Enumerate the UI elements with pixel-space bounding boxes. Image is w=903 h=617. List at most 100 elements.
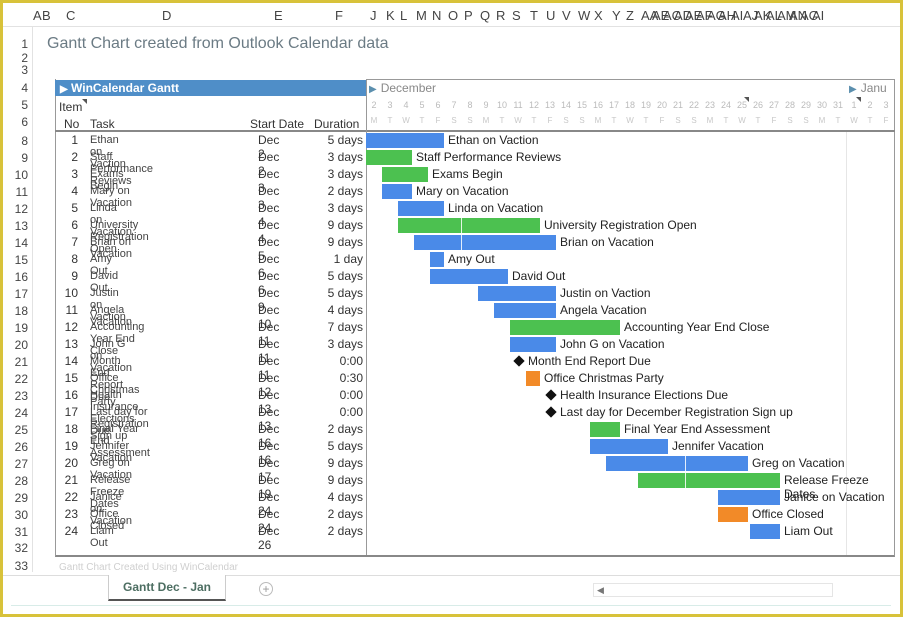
column-header[interactable]: T (530, 8, 538, 23)
row-header[interactable]: 6 (21, 115, 28, 129)
scroll-left-icon[interactable]: ◀ (597, 585, 604, 596)
row-header[interactable]: 28 (15, 474, 28, 488)
row-header[interactable]: 27 (15, 457, 28, 471)
column-header[interactable]: C (66, 8, 75, 23)
row-header[interactable]: 5 (21, 98, 28, 112)
row-header[interactable]: 30 (15, 508, 28, 522)
column-header[interactable]: P (464, 8, 473, 23)
column-header[interactable]: W (578, 8, 590, 23)
gantt-header-bar[interactable]: ▶ WinCalendar Gantt (55, 80, 366, 96)
row-header[interactable]: 31 (15, 525, 28, 539)
column-header[interactable]: AI (812, 8, 824, 23)
row-header[interactable]: 14 (15, 236, 28, 250)
task-duration[interactable]: 9 days (303, 235, 363, 249)
row-header[interactable]: 1 (21, 37, 28, 51)
row-header[interactable]: 19 (15, 321, 28, 335)
sheet-tab-gantt-dec-jan[interactable]: Gantt Dec - Jan (108, 575, 226, 601)
task-duration[interactable]: 3 days (303, 150, 363, 164)
row-header[interactable]: 10 (15, 168, 28, 182)
task-duration[interactable]: 2 days (303, 184, 363, 198)
horizontal-scrollbar[interactable]: ◀ (593, 583, 833, 597)
row-header[interactable]: 25 (15, 423, 28, 437)
gantt-bar[interactable] (366, 133, 444, 148)
column-header[interactable]: R (496, 8, 505, 23)
task-duration[interactable]: 5 days (303, 269, 363, 283)
task-duration[interactable]: 2 days (303, 422, 363, 436)
row-header[interactable]: 8 (21, 134, 28, 148)
row-header[interactable]: 18 (15, 304, 28, 318)
row-header[interactable]: 4 (21, 81, 28, 95)
column-header[interactable]: K (386, 8, 395, 23)
row-header[interactable]: 13 (15, 219, 28, 233)
task-name[interactable]: Liam Out (90, 525, 114, 549)
row-header[interactable]: 3 (21, 63, 28, 77)
task-duration[interactable]: 9 days (303, 218, 363, 232)
month-label-december[interactable]: ▶ December (369, 81, 436, 95)
gantt-bar[interactable] (478, 286, 556, 301)
task-duration[interactable]: 2 days (303, 507, 363, 521)
row-header[interactable]: 11 (16, 185, 28, 199)
gantt-bar[interactable] (430, 269, 508, 284)
gantt-bar[interactable] (414, 235, 556, 250)
task-duration[interactable]: 4 days (303, 303, 363, 317)
column-header[interactable]: AI (731, 8, 743, 23)
task-duration[interactable]: 5 days (303, 286, 363, 300)
task-duration[interactable]: 0:00 (303, 388, 363, 402)
task-duration[interactable]: 0:00 (303, 354, 363, 368)
task-duration[interactable]: 3 days (303, 167, 363, 181)
gantt-bar[interactable] (398, 218, 540, 233)
gantt-bar[interactable] (382, 167, 428, 182)
gantt-bar[interactable] (382, 184, 412, 199)
gantt-bar[interactable] (718, 490, 780, 505)
gantt-bar[interactable] (494, 303, 556, 318)
row-header[interactable]: 16 (15, 270, 28, 284)
column-header[interactable]: V (562, 8, 571, 23)
sheet-title[interactable]: Gantt Chart created from Outlook Calenda… (47, 35, 389, 53)
column-header[interactable]: E (274, 8, 283, 23)
row-header[interactable]: 32 (15, 541, 28, 555)
gantt-bar[interactable] (430, 252, 444, 267)
row-header[interactable]: 12 (15, 202, 28, 216)
gantt-bar[interactable] (606, 456, 748, 471)
row-header[interactable]: 26 (15, 440, 28, 454)
gantt-bar[interactable] (398, 201, 444, 216)
task-duration[interactable]: 3 days (303, 337, 363, 351)
row-header[interactable]: 24 (15, 406, 28, 420)
gantt-bar[interactable] (638, 473, 780, 488)
row-header[interactable]: 22 (15, 372, 28, 386)
row-header[interactable]: 29 (15, 491, 28, 505)
task-duration[interactable]: 0:00 (303, 405, 363, 419)
gantt-bar[interactable] (526, 371, 540, 386)
task-duration[interactable]: 9 days (303, 456, 363, 470)
task-duration[interactable]: 9 days (303, 473, 363, 487)
row-header[interactable]: 23 (15, 389, 28, 403)
gantt-bar[interactable] (590, 422, 620, 437)
column-header[interactable]: S (512, 8, 521, 23)
column-header[interactable]: Q (480, 8, 490, 23)
task-duration[interactable]: 0:30 (303, 371, 363, 385)
column-header[interactable]: B (42, 8, 51, 23)
column-header[interactable]: J (370, 8, 377, 23)
column-header[interactable]: D (162, 8, 171, 23)
gantt-bar[interactable] (750, 524, 780, 539)
column-header[interactable]: O (448, 8, 458, 23)
column-header[interactable]: M (416, 8, 427, 23)
month-label-january[interactable]: ▶ Janu (849, 81, 887, 95)
add-sheet-button[interactable]: + (259, 582, 273, 596)
column-header[interactable]: U (546, 8, 555, 23)
task-duration[interactable]: 7 days (303, 320, 363, 334)
task-duration[interactable]: 3 days (303, 201, 363, 215)
column-header[interactable]: N (432, 8, 441, 23)
row-header[interactable]: 15 (15, 253, 28, 267)
task-duration[interactable]: 2 days (303, 524, 363, 538)
column-header[interactable]: F (335, 8, 343, 23)
gantt-bar[interactable] (510, 320, 620, 335)
row-header[interactable]: 9 (21, 151, 28, 165)
gantt-bar[interactable] (590, 439, 668, 454)
row-header[interactable]: 17 (15, 287, 28, 301)
task-duration[interactable]: 5 days (303, 439, 363, 453)
gantt-bar[interactable] (366, 150, 412, 165)
column-header[interactable]: L (400, 8, 407, 23)
column-header[interactable]: Y (612, 8, 621, 23)
gantt-bar[interactable] (510, 337, 556, 352)
